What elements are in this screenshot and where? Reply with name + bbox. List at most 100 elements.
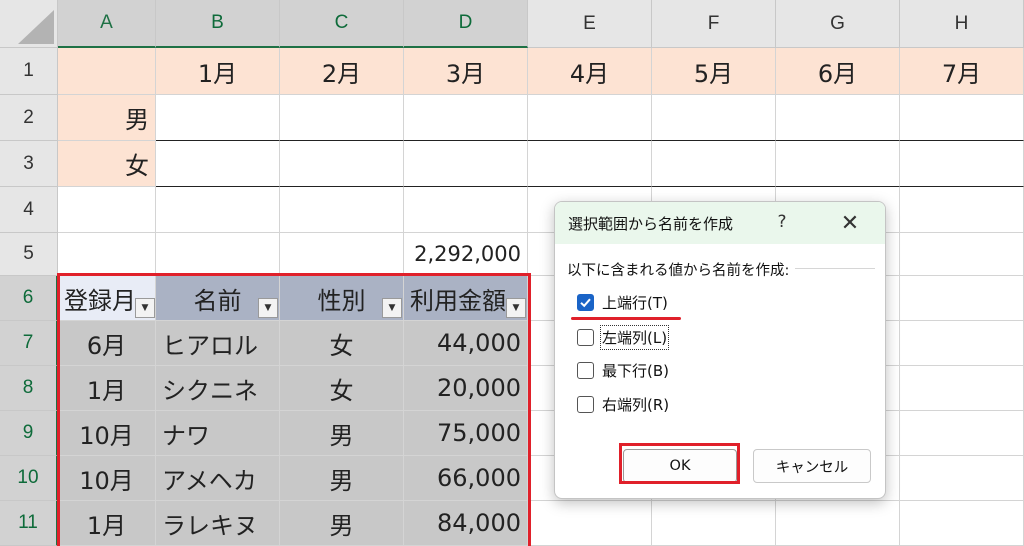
row-header-9[interactable]: 9 bbox=[0, 411, 58, 456]
cell-a1[interactable] bbox=[58, 48, 156, 95]
cell-a5[interactable] bbox=[58, 233, 156, 276]
cell-d5[interactable]: 2,292,000 bbox=[404, 233, 528, 276]
cell-c4[interactable] bbox=[280, 187, 404, 233]
table-row-4-month[interactable]: 10月 bbox=[58, 456, 156, 501]
column-header-a[interactable]: A bbox=[58, 0, 156, 48]
cell-b4[interactable] bbox=[156, 187, 280, 233]
row-header-11[interactable]: 11 bbox=[0, 501, 58, 546]
close-icon[interactable]: ✕ bbox=[837, 210, 863, 236]
cell-g11[interactable] bbox=[776, 501, 900, 546]
table-row-5-gender[interactable]: 男 bbox=[280, 501, 404, 546]
filter-dropdown-icon[interactable]: ▼ bbox=[382, 298, 402, 318]
cell-e3[interactable] bbox=[528, 141, 652, 187]
row-header-2[interactable]: 2 bbox=[0, 95, 58, 141]
filter-dropdown-icon[interactable]: ▼ bbox=[135, 298, 155, 318]
column-header-d[interactable]: D bbox=[404, 0, 528, 48]
column-header-g[interactable]: G bbox=[776, 0, 900, 48]
cell-c2[interactable] bbox=[280, 95, 404, 141]
cell-d2[interactable] bbox=[404, 95, 528, 141]
cell-h2[interactable] bbox=[900, 95, 1024, 141]
cell-h11[interactable] bbox=[900, 501, 1024, 546]
table-row-3-amount[interactable]: 75,000 bbox=[404, 411, 528, 456]
cell-e1[interactable]: 4月 bbox=[528, 48, 652, 95]
filter-dropdown-icon[interactable]: ▼ bbox=[258, 298, 278, 318]
column-header-c[interactable]: C bbox=[280, 0, 404, 48]
option-right-column[interactable]: 右端列(R) bbox=[577, 391, 669, 417]
table-row-3-month[interactable]: 10月 bbox=[58, 411, 156, 456]
row-header-3[interactable]: 3 bbox=[0, 141, 58, 187]
table-row-1-month[interactable]: 6月 bbox=[58, 321, 156, 366]
cell-e11[interactable] bbox=[528, 501, 652, 546]
row-header-5[interactable]: 5 bbox=[0, 233, 58, 276]
cell-h10[interactable] bbox=[900, 456, 1024, 501]
cell-d4[interactable] bbox=[404, 187, 528, 233]
table-row-2-amount[interactable]: 20,000 bbox=[404, 366, 528, 411]
cell-b1[interactable]: 1月 bbox=[156, 48, 280, 95]
cell-b5[interactable] bbox=[156, 233, 280, 276]
cell-h4[interactable] bbox=[900, 187, 1024, 233]
cell-b3[interactable] bbox=[156, 141, 280, 187]
table-header-label: 登録月 bbox=[64, 286, 136, 315]
table-row-4-amount[interactable]: 66,000 bbox=[404, 456, 528, 501]
cancel-button[interactable]: キャンセル bbox=[753, 449, 871, 483]
select-all-corner[interactable] bbox=[0, 0, 58, 48]
cell-f11[interactable] bbox=[652, 501, 776, 546]
checkbox-bottom-row[interactable] bbox=[577, 361, 594, 379]
cell-h1[interactable]: 7月 bbox=[900, 48, 1024, 95]
cell-f2[interactable] bbox=[652, 95, 776, 141]
cell-c1[interactable]: 2月 bbox=[280, 48, 404, 95]
checkbox-top-row[interactable] bbox=[577, 293, 594, 311]
ok-button[interactable]: OK bbox=[623, 449, 737, 483]
cell-g1[interactable]: 6月 bbox=[776, 48, 900, 95]
row-header-1[interactable]: 1 bbox=[0, 48, 58, 95]
option-bottom-row[interactable]: 最下行(B) bbox=[577, 357, 669, 383]
table-row-5-amount[interactable]: 84,000 bbox=[404, 501, 528, 546]
table-row-2-name[interactable]: シクニネ bbox=[156, 366, 280, 411]
column-header-e[interactable]: E bbox=[528, 0, 652, 48]
cell-f1[interactable]: 5月 bbox=[652, 48, 776, 95]
cell-a4[interactable] bbox=[58, 187, 156, 233]
table-row-5-name[interactable]: ラレキヌ bbox=[156, 501, 280, 546]
cell-b2[interactable] bbox=[156, 95, 280, 141]
table-row-2-month[interactable]: 1月 bbox=[58, 366, 156, 411]
cell-h6[interactable] bbox=[900, 276, 1024, 321]
column-header-f[interactable]: F bbox=[652, 0, 776, 48]
table-row-3-gender[interactable]: 男 bbox=[280, 411, 404, 456]
help-icon[interactable]: ? bbox=[771, 210, 793, 234]
cell-g2[interactable] bbox=[776, 95, 900, 141]
option-left-column[interactable]: 左端列(L) bbox=[577, 324, 670, 350]
row-header-6[interactable]: 6 bbox=[0, 276, 58, 321]
cell-a2[interactable]: 男 bbox=[58, 95, 156, 141]
table-row-4-gender[interactable]: 男 bbox=[280, 456, 404, 501]
row-header-7[interactable]: 7 bbox=[0, 321, 58, 366]
cell-h8[interactable] bbox=[900, 366, 1024, 411]
table-row-1-amount[interactable]: 44,000 bbox=[404, 321, 528, 366]
table-row-1-name[interactable]: ヒアロル bbox=[156, 321, 280, 366]
table-row-5-month[interactable]: 1月 bbox=[58, 501, 156, 546]
table-row-4-name[interactable]: アメヘカ bbox=[156, 456, 280, 501]
table-row-1-gender[interactable]: 女 bbox=[280, 321, 404, 366]
cell-h9[interactable] bbox=[900, 411, 1024, 456]
row-header-4[interactable]: 4 bbox=[0, 187, 58, 233]
cell-h5[interactable] bbox=[900, 233, 1024, 276]
column-header-h[interactable]: H bbox=[900, 0, 1024, 48]
option-top-row[interactable]: 上端行(T) bbox=[577, 289, 668, 315]
row-header-8[interactable]: 8 bbox=[0, 366, 58, 411]
cell-c3[interactable] bbox=[280, 141, 404, 187]
cell-d1[interactable]: 3月 bbox=[404, 48, 528, 95]
cell-d3[interactable] bbox=[404, 141, 528, 187]
cell-e2[interactable] bbox=[528, 95, 652, 141]
column-header-b[interactable]: B bbox=[156, 0, 280, 48]
cell-g3[interactable] bbox=[776, 141, 900, 187]
cell-h7[interactable] bbox=[900, 321, 1024, 366]
cell-f3[interactable] bbox=[652, 141, 776, 187]
row-header-10[interactable]: 10 bbox=[0, 456, 58, 501]
cell-a3[interactable]: 女 bbox=[58, 141, 156, 187]
cell-h3[interactable] bbox=[900, 141, 1024, 187]
filter-dropdown-icon[interactable]: ▼ bbox=[506, 298, 526, 318]
table-row-2-gender[interactable]: 女 bbox=[280, 366, 404, 411]
cell-c5[interactable] bbox=[280, 233, 404, 276]
checkbox-right-column[interactable] bbox=[577, 395, 594, 413]
table-row-3-name[interactable]: ナワ bbox=[156, 411, 280, 456]
checkbox-left-column[interactable] bbox=[577, 328, 594, 346]
